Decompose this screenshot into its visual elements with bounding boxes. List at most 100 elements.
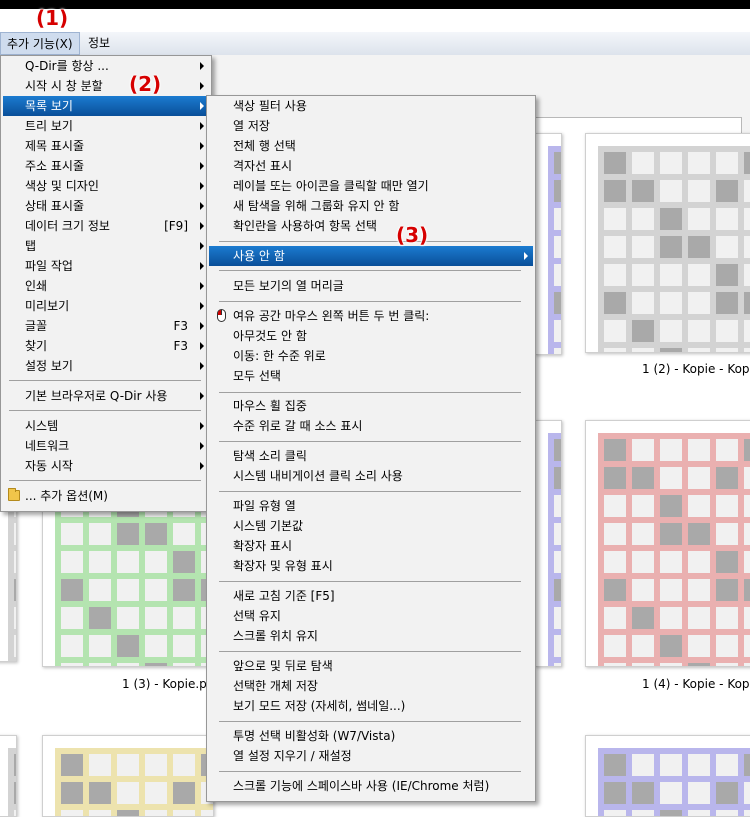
menu-item-shortcut: F3 [173,339,188,353]
thumbnail-cell [604,551,626,573]
thumbnail-cell [173,810,195,816]
menu-item[interactable]: 설정 보기 [3,356,209,376]
menu-item[interactable]: 열 저장 [209,116,533,136]
menu-item[interactable]: 수준 위로 갈 때 소스 표시 [209,416,533,436]
menu-item-label: 탐색 소리 클릭 [233,449,307,463]
menu-item[interactable]: ... 추가 옵션(M) [3,486,209,506]
menu-item[interactable]: 시스템 [3,416,209,436]
thumbnail-cell [173,663,195,666]
menu-item[interactable]: 데이터 크기 정보 [F9] [3,216,209,236]
menu-item[interactable]: 전체 행 선택 [209,136,533,156]
thumbnail-cell [173,607,195,629]
menu-item[interactable]: 트리 보기 [3,116,209,136]
mouse-icon [217,309,226,322]
menu-item[interactable]: 확인란을 사용하여 항목 선택 [209,216,533,236]
thumbnail-red[interactable] [585,420,750,667]
thumbnail-cell [145,754,167,776]
thumbnail-cell [744,180,750,202]
thumbnail-caption[interactable]: 1 (2) - Kopie - Kopie. [642,362,750,376]
menu-item[interactable]: 글꼴 F3 [3,316,209,336]
submenu-arrow-icon [200,62,204,70]
menu-item[interactable]: 제목 표시줄 [3,136,209,156]
menu-item-label: 자동 시작 [25,459,73,473]
thumbnail-cell [688,579,710,601]
menu-item[interactable]: 목록 보기 [3,96,209,116]
menu-item-label: 네트워크 [25,439,70,453]
thumbnail-cell [716,523,738,545]
menu-item[interactable]: 시작 시 창 분할 [3,76,209,96]
thumbnail-cell [660,663,682,666]
menu-item[interactable]: 격자선 표시 [209,156,533,176]
menu-item[interactable]: 주소 표시줄 [3,156,209,176]
thumbnail-cell [61,663,83,666]
thumbnail-cell [716,551,738,573]
menu-item[interactable]: 시스템 내비게이션 클릭 소리 사용 [209,466,533,486]
thumbnail-cell [688,264,710,286]
menu-item[interactable]: 파일 작업 [3,256,209,276]
menu-extra-features[interactable]: 추가 기능(X) [0,32,80,55]
menu-item[interactable]: 이동: 한 수준 위로 [209,346,533,366]
menu-info[interactable]: 정보 [82,32,116,55]
menu-item[interactable]: 인쇄 [3,276,209,296]
menu-item-label: 열 설정 지우기 / 재설정 [233,749,352,763]
menu-item[interactable]: 새 탐색을 위해 그룹화 유지 안 함 [209,196,533,216]
submenu-arrow-icon [200,262,204,270]
menu-item[interactable]: 확장자 및 유형 표시 [209,556,533,576]
menu-item[interactable]: 마우스 휠 집중 [209,396,533,416]
menu-item[interactable]: 보기 모드 저장 (자세히, 썸네일...) [209,696,533,716]
menu-item[interactable]: 자동 시작 [3,456,209,476]
menu-item-label: 제목 표시줄 [25,139,85,153]
list-view-submenu: 색상 필터 사용 열 저장 전체 행 선택 격자선 표시 레이블 또는 아이콘을 클릭할… [206,95,536,802]
top-edge [0,0,750,9]
menu-item[interactable]: 모두 선택 [209,366,533,386]
menu-item[interactable]: 색상 필터 사용 [209,96,533,116]
menu-item[interactable]: 투명 선택 비활성화 (W7/Vista) [209,726,533,746]
menu-item-label: 마우스 휠 집중 [233,399,307,413]
menu-item[interactable]: 확장자 표시 [209,536,533,556]
menu-item[interactable]: 찾기 F3 [3,336,209,356]
menu-item[interactable]: 새로 고침 기준 [F5] [209,586,533,606]
thumbnail-gray[interactable] [585,133,750,353]
menu-item[interactable]: 탭 [3,236,209,256]
menu-item[interactable]: 네트워크 [3,436,209,456]
menu-item[interactable]: 스크롤 기능에 스페이스바 사용 (IE/Chrome 처럼) [209,776,533,796]
thumbnail-caption[interactable]: 1 (4) - Kopie - Kopie. [642,677,750,691]
menu-item[interactable]: 기본 브라우저로 Q-Dir 사용 [3,386,209,406]
menu-separator [219,392,521,393]
menu-item[interactable]: 선택 유지 [209,606,533,626]
thumbnail-cell [554,152,561,174]
thumbnail-cell [117,551,139,573]
thumbnail-blue[interactable] [585,735,750,817]
thumbnail-cell [604,810,626,816]
menu-item[interactable]: 스크롤 위치 유지 [209,626,533,646]
menu-item[interactable]: 선택한 개체 저장 [209,676,533,696]
menu-item[interactable]: 아무것도 안 함 [209,326,533,346]
thumbnail-yellow[interactable] [42,735,214,817]
menu-item[interactable]: 사용 안 함 [209,246,533,266]
thumbnail-cell [145,551,167,573]
menu-item[interactable]: Q-Dir를 항상 ... [3,56,209,76]
menu-item[interactable]: 파일 유형 열 [209,496,533,516]
thumbnail-partial-gray[interactable] [0,735,17,817]
thumbnail-cell [604,782,626,804]
menu-item[interactable]: 모든 보기의 열 머리글 [209,276,533,296]
menu-item-label: 아무것도 안 함 [233,329,307,343]
menu-item[interactable]: 여유 공간 마우스 왼쪽 버튼 두 번 클릭: [209,306,533,326]
menu-item-label: 보기 모드 저장 (자세히, 썸네일...) [233,699,406,713]
submenu-arrow-icon [200,102,204,110]
thumbnail-partial-blue[interactable] [535,420,562,667]
thumbnail-partial-blue[interactable] [535,133,562,355]
thumbnail-cell [744,523,750,545]
menu-item[interactable]: 레이블 또는 아이콘을 클릭할 때만 열기 [209,176,533,196]
menu-item[interactable]: 상태 표시줄 [3,196,209,216]
menu-item[interactable]: 미리보기 [3,296,209,316]
menu-item[interactable]: 색상 및 디자인 [3,176,209,196]
menu-item[interactable]: 탐색 소리 클릭 [209,446,533,466]
menu-item[interactable]: 열 설정 지우기 / 재설정 [209,746,533,766]
thumbnail-cell [604,292,626,314]
menu-item-label: 사용 안 함 [233,249,285,263]
menu-item-label: 설정 보기 [25,359,73,373]
menu-item[interactable]: 앞으로 및 뒤로 탐색 [209,656,533,676]
thumbnail-cell [744,810,750,816]
menu-item[interactable]: 시스템 기본값 [209,516,533,536]
